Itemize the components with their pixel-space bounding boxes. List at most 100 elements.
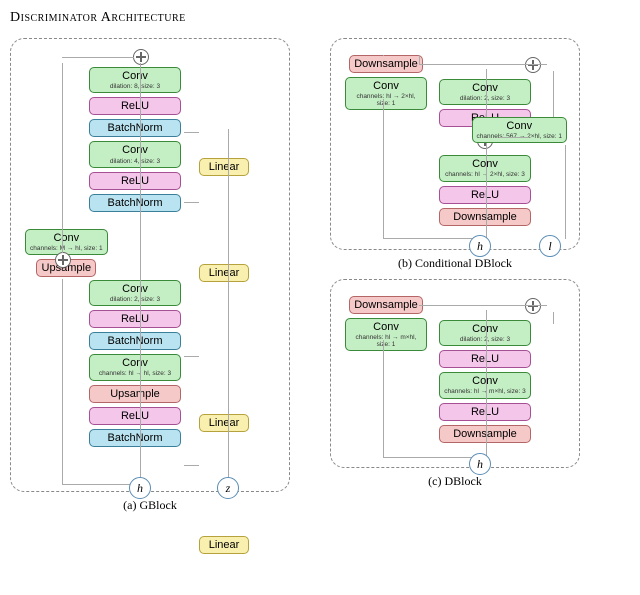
- linear-box: Linear: [199, 158, 249, 176]
- batchnorm-box: BatchNorm: [89, 119, 181, 137]
- batchnorm-box: BatchNorm: [89, 429, 181, 447]
- cond-dblock-frame: Downsample Conv channels: hl → 2×hl, siz…: [330, 38, 580, 250]
- plus-icon: [55, 252, 71, 268]
- relu-box: ReLU: [89, 407, 181, 425]
- downsample-box: Downsample: [349, 55, 423, 73]
- conv-label: Conv: [472, 375, 498, 387]
- downsample-box: Downsample: [439, 208, 531, 226]
- figure-row: Conv channels: M → hl, size: 1 Upsample: [10, 38, 630, 513]
- connector: [553, 71, 554, 119]
- connector: [486, 69, 487, 239]
- conv-box: Conv channels: hl → 2×hl, size: 3: [439, 155, 531, 181]
- connector: [62, 63, 63, 253]
- cond-dblock-side: Downsample Conv channels: hl → 2×hl, siz…: [345, 55, 427, 110]
- connector: [419, 64, 547, 65]
- dblock-main: Conv dilation: 2, size: 3 ReLU Conv chan…: [439, 320, 531, 443]
- conv-label: Conv: [506, 120, 532, 132]
- relu-box: ReLU: [439, 403, 531, 421]
- input-pin-h: h: [469, 453, 491, 475]
- cond-dblock-caption: (b) Conditional DBlock: [330, 256, 580, 271]
- conv-sub: dilation: 8, size: 3: [94, 83, 176, 90]
- gblock-main-stack: Conv dilation: 8, size: 3 ReLU BatchNorm…: [89, 55, 181, 447]
- conv-label: Conv: [122, 357, 148, 369]
- connector: [383, 457, 481, 458]
- connector: [383, 99, 384, 239]
- connector: [383, 238, 481, 239]
- connector: [184, 132, 199, 133]
- conv-box: Conv channels: 567 → 2×hl, size: 1: [472, 117, 567, 143]
- conv-sub: channels: hl → 2×hl, size: 3: [444, 171, 526, 178]
- relu-box: ReLU: [89, 97, 181, 115]
- downsample-box: Downsample: [349, 296, 423, 314]
- dblock-caption: (c) DBlock: [330, 474, 580, 489]
- conv-label: Conv: [373, 321, 399, 333]
- connector: [228, 129, 229, 485]
- dblock-frame: Downsample Conv channels: hl → m×hl, siz…: [330, 279, 580, 468]
- conv-sub: dilation: 2, size: 3: [444, 336, 526, 343]
- conv-label: Conv: [122, 144, 148, 156]
- input-pin-h: h: [469, 235, 491, 257]
- conv-sub: channels: hl → 2×hl, size: 1: [350, 93, 422, 107]
- relu-box: ReLU: [439, 186, 531, 204]
- connector: [499, 137, 529, 138]
- conv-box: Conv dilation: 2, size: 3: [439, 79, 531, 105]
- cond-dblock-main: Conv dilation: 2, size: 3 ReLU Conv chan…: [439, 79, 531, 226]
- connector: [184, 356, 199, 357]
- relu-box: ReLU: [89, 172, 181, 190]
- connector: [140, 63, 141, 484]
- conv-box: Conv dilation: 2, size: 3: [439, 320, 531, 346]
- linear-box: Linear: [199, 264, 249, 282]
- connector: [486, 310, 487, 458]
- input-pin-l: l: [539, 235, 561, 257]
- gblock-frame: Conv channels: M → hl, size: 1 Upsample: [10, 38, 290, 492]
- cond-dblock-branch: Conv channels: 567 → 2×hl, size: 1: [472, 117, 567, 143]
- connector: [383, 340, 384, 458]
- conv-label: Conv: [472, 158, 498, 170]
- conv-box: Conv channels: hl → 2×hl, size: 1: [345, 77, 427, 110]
- connector: [184, 465, 199, 466]
- connector: [419, 305, 547, 306]
- dblock-side: Downsample Conv channels: hl → m×hl, siz…: [345, 296, 427, 351]
- connector: [62, 279, 63, 485]
- conv-sub: dilation: 2, size: 3: [444, 95, 526, 102]
- connector: [419, 55, 420, 64]
- conv-box: Conv channels: hl → hl, size: 3: [89, 354, 181, 380]
- plus-icon: [525, 57, 541, 73]
- conv-sub: channels: hl → m×hl, size: 3: [444, 388, 526, 395]
- conv-label: Conv: [53, 232, 79, 244]
- input-pin-z: z: [217, 477, 239, 499]
- connector: [184, 202, 199, 203]
- cond-dblock-wrap: Downsample Conv channels: hl → 2×hl, siz…: [330, 38, 580, 271]
- conv-box: Conv dilation: 2, size: 3: [89, 280, 181, 306]
- connector: [553, 312, 554, 324]
- page-title: Discriminator Architecture: [10, 10, 630, 26]
- conv-label: Conv: [122, 70, 148, 82]
- conv-label: Conv: [472, 323, 498, 335]
- connector: [383, 55, 384, 56]
- conv-box: Conv channels: hl → m×hl, size: 1: [345, 318, 427, 351]
- connector: [565, 145, 566, 239]
- downsample-box: Downsample: [439, 425, 531, 443]
- conv-box: Conv dilation: 4, size: 3: [89, 141, 181, 167]
- conv-sub: dilation: 2, size: 3: [94, 296, 176, 303]
- linear-box: Linear: [199, 414, 249, 432]
- conv-label: Conv: [472, 82, 498, 94]
- conv-sub: channels: hl → m×hl, size: 1: [350, 334, 422, 348]
- right-column: Downsample Conv channels: hl → 2×hl, siz…: [330, 38, 580, 489]
- batchnorm-box: BatchNorm: [89, 194, 181, 212]
- gblock-column: Conv channels: M → hl, size: 1 Upsample: [10, 38, 290, 513]
- dblock-wrap: Downsample Conv channels: hl → m×hl, siz…: [330, 279, 580, 489]
- conv-box: Conv channels: hl → m×hl, size: 3: [439, 372, 531, 398]
- relu-box: ReLU: [89, 310, 181, 328]
- conv-box: Conv dilation: 8, size: 3: [89, 67, 181, 93]
- upsample-box: Upsample: [89, 385, 181, 403]
- conv-sub: channels: hl → hl, size: 3: [94, 370, 176, 377]
- input-pin-h: h: [129, 477, 151, 499]
- conv-label: Conv: [373, 80, 399, 92]
- relu-box: ReLU: [439, 350, 531, 368]
- linear-box: Linear: [199, 536, 249, 554]
- conv-label: Conv: [122, 283, 148, 295]
- plus-icon: [525, 298, 541, 314]
- conv-sub: dilation: 4, size: 3: [94, 158, 176, 165]
- batchnorm-box: BatchNorm: [89, 332, 181, 350]
